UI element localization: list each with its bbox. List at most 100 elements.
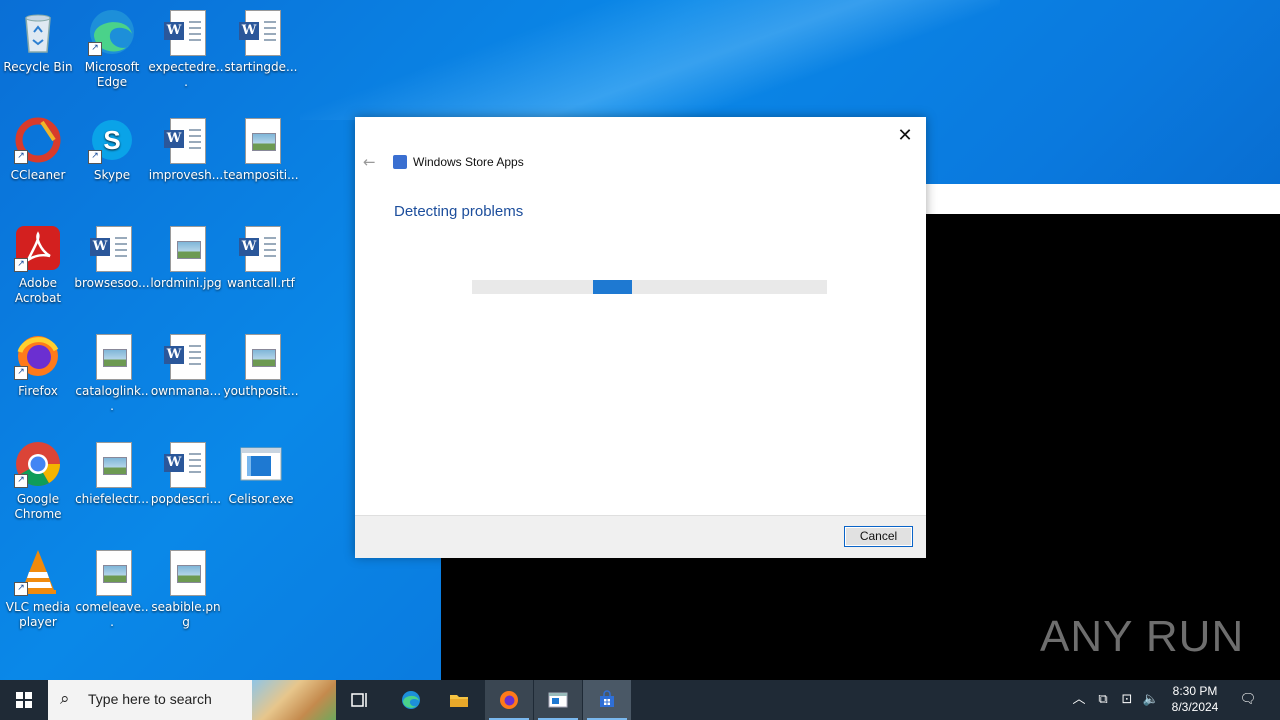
shortcut-arrow-icon: ↗	[88, 150, 102, 164]
taskbar-edge[interactable]	[387, 680, 435, 720]
desktop-icon-label: expectedre...	[148, 60, 224, 89]
desktop-icon-image-file[interactable]: lordmini.jpg	[148, 224, 224, 291]
wallpaper-light-beam	[300, 0, 1000, 120]
start-button[interactable]	[0, 680, 48, 720]
search-icon: ⌕	[60, 689, 70, 709]
taskbar-clock[interactable]: 8:30 PM 8/3/2024	[1160, 683, 1230, 715]
desktop-icon-vlc[interactable]: ↗ VLC media player	[0, 548, 76, 630]
word-doc-icon: W	[237, 8, 285, 56]
desktop-icon-image-file[interactable]: seabible.png	[148, 548, 224, 630]
taskbar: ⌕ Type here to search ︿ ⧉ ⊡ 🔈 8:30 PM 8/…	[0, 680, 1280, 720]
desktop-icon-recycle-bin[interactable]: Recycle Bin	[0, 8, 76, 75]
firefox-icon: ↗	[14, 332, 62, 380]
chrome-icon: ↗	[14, 440, 62, 488]
windows-logo-icon	[16, 692, 32, 708]
desktop-icon-label: Microsoft Edge	[84, 60, 140, 89]
desktop-icon-word-file[interactable]: W expectedre...	[148, 8, 224, 90]
search-placeholder: Type here to search	[88, 691, 212, 707]
desktop-icon-label: ownmana...	[150, 384, 222, 398]
desktop-icon-exe[interactable]: Celisor.exe	[223, 440, 299, 507]
image-file-icon	[162, 548, 210, 596]
word-doc-icon: W	[162, 440, 210, 488]
store-icon	[600, 690, 614, 707]
task-view-icon	[351, 693, 367, 707]
desktop-icon-word-file[interactable]: W startingde...	[223, 8, 299, 75]
network-icon[interactable]: ⊡	[1116, 680, 1138, 720]
desktop-icon-ccleaner[interactable]: ↗ CCleaner	[0, 116, 76, 183]
shortcut-arrow-icon: ↗	[14, 582, 28, 596]
desktop-icon-image-file[interactable]: youthposit...	[223, 332, 299, 399]
word-doc-icon: W	[88, 224, 136, 272]
desktop-icon-label: lordmini.jpg	[150, 276, 222, 290]
dialog-heading: Detecting problems	[394, 203, 524, 220]
desktop-icon-adobe-acrobat[interactable]: ↗ Adobe Acrobat	[0, 224, 76, 306]
desktop-icon-label: Google Chrome	[14, 492, 62, 521]
desktop-icon-word-file[interactable]: W wantcall.rtf	[223, 224, 299, 291]
shortcut-arrow-icon: ↗	[14, 366, 28, 380]
desktop-icon-label: seabible.png	[151, 600, 221, 629]
background-black-window-lower	[441, 556, 926, 680]
desktop-icon-google-chrome[interactable]: ↗ Google Chrome	[0, 440, 76, 522]
back-arrow-icon[interactable]: ←	[363, 153, 376, 171]
recycle-bin-icon	[14, 8, 62, 56]
anyrun-watermark: ANY RUN	[1040, 612, 1245, 661]
desktop-icon-label: browsesoo...	[74, 276, 150, 290]
meet-now-icon[interactable]: ⧉	[1092, 680, 1114, 720]
shortcut-arrow-icon: ↗	[88, 42, 102, 56]
progress-bar	[472, 280, 827, 294]
desktop-icon-label: Adobe Acrobat	[14, 276, 62, 305]
taskbar-search-box[interactable]: ⌕ Type here to search	[48, 680, 336, 720]
image-file-icon	[237, 332, 285, 380]
desktop-icon-image-file[interactable]: teampositi...	[223, 116, 299, 183]
desktop-icon-label: Recycle Bin	[3, 60, 73, 74]
shortcut-arrow-icon: ↗	[14, 258, 28, 272]
clock-date: 8/3/2024	[1171, 700, 1219, 714]
desktop-icon-label: Firefox	[18, 384, 58, 398]
desktop-icon-skype[interactable]: S ↗ Skype	[74, 116, 150, 183]
folder-icon	[450, 695, 468, 707]
progress-indicator	[593, 280, 632, 294]
action-center-icon[interactable]: 🗨	[1234, 680, 1262, 720]
word-doc-icon: W	[237, 224, 285, 272]
image-file-icon	[88, 548, 136, 596]
acrobat-icon: ↗	[14, 224, 62, 272]
ccleaner-icon: ↗	[14, 116, 62, 164]
taskbar-firefox[interactable]	[485, 680, 533, 720]
desktop-icon-microsoft-edge[interactable]: ↗ Microsoft Edge	[74, 8, 150, 90]
store-app-icon	[393, 155, 407, 169]
shortcut-arrow-icon: ↗	[14, 474, 28, 488]
show-hidden-icons-chevron-icon[interactable]: ︿	[1068, 680, 1090, 720]
background-window-strip	[926, 184, 1280, 214]
svg-text:S: S	[103, 125, 120, 155]
clock-time: 8:30 PM	[1172, 684, 1218, 698]
word-doc-icon: W	[162, 116, 210, 164]
desktop-icon-label: wantcall.rtf	[227, 276, 295, 290]
exe-icon	[237, 440, 285, 488]
desktop-icon-word-file[interactable]: W ownmana...	[148, 332, 224, 399]
dialog-app-title: Windows Store Apps	[413, 155, 524, 169]
edge-icon	[402, 691, 420, 709]
word-doc-icon: W	[162, 332, 210, 380]
desktop-icon-label: VLC media player	[5, 600, 71, 629]
desktop-icon-firefox[interactable]: ↗ Firefox	[0, 332, 76, 399]
desktop-icon-label: startingde...	[224, 60, 298, 74]
task-view-button[interactable]	[336, 680, 384, 720]
image-file-icon	[88, 440, 136, 488]
image-file-icon	[237, 116, 285, 164]
volume-icon[interactable]: 🔈	[1140, 680, 1162, 720]
search-highlight-image	[252, 680, 336, 720]
taskbar-store-troubleshooter[interactable]	[583, 680, 631, 720]
taskbar-troubleshooter-window[interactable]	[534, 680, 582, 720]
desktop-icon-word-file[interactable]: W browsesoo...	[74, 224, 150, 291]
cancel-button[interactable]: Cancel	[844, 526, 913, 547]
desktop-icon-image-file[interactable]: comeleave...	[74, 548, 150, 630]
desktop-icon-image-file[interactable]: cataloglink...	[74, 332, 150, 414]
desktop-icon-label: CCleaner	[10, 168, 66, 182]
desktop-icon-label: teampositi...	[223, 168, 299, 182]
taskbar-file-explorer[interactable]	[435, 680, 483, 720]
desktop-icon-word-file[interactable]: W popdescri...	[148, 440, 224, 507]
close-icon[interactable]: ✕	[892, 123, 918, 149]
desktop-icon-word-file[interactable]: W improvesh...	[148, 116, 224, 183]
window-app-icon	[548, 692, 568, 708]
desktop-icon-image-file[interactable]: chiefelectr...	[74, 440, 150, 507]
